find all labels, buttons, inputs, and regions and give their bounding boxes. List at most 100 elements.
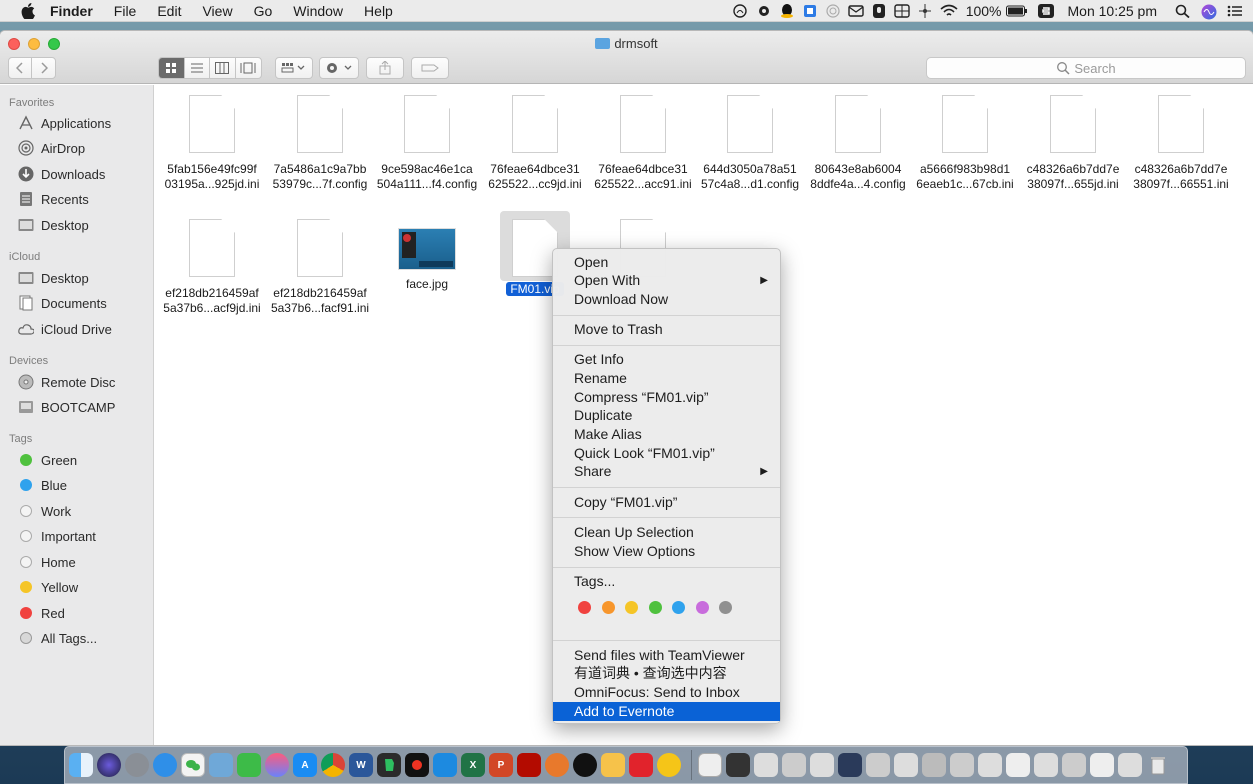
sidebar-item-documents[interactable]: Documents [0, 292, 154, 314]
minimized-window-dock-icon[interactable] [922, 753, 946, 777]
menu-item-open-with[interactable]: Open With ▶ [553, 271, 780, 290]
menu-item-copy[interactable]: Copy “FM01.vip” [553, 493, 780, 512]
file-item[interactable]: face.jpg [373, 219, 481, 292]
share-button[interactable] [366, 57, 404, 79]
minimized-window-dock-icon[interactable] [950, 753, 974, 777]
file-item[interactable]: ef218db216459af 5a37b6...acf9jd.ini [158, 219, 266, 316]
back-button[interactable] [9, 58, 32, 78]
file-item[interactable]: c48326a6b7dd7e 38097f...655jd.ini [1019, 95, 1127, 192]
action-gear-button[interactable] [319, 57, 359, 79]
wechat-dock-icon[interactable] [181, 753, 205, 777]
menu-app-name[interactable]: Finder [50, 3, 93, 19]
recorder-dock-icon[interactable] [405, 753, 429, 777]
music-dock-icon[interactable] [657, 753, 681, 777]
menu-item-tags[interactable]: Tags... [553, 572, 780, 591]
menu-window[interactable]: Window [293, 3, 343, 19]
wifi-icon[interactable] [940, 4, 958, 18]
minimized-window-dock-icon[interactable] [866, 753, 890, 777]
file-item[interactable]: 7a5486a1c9a7bb 53979c...7f.config [266, 95, 374, 192]
spotlight-icon[interactable] [1175, 4, 1191, 19]
sidebar-item-bootcamp[interactable]: BOOTCAMP [0, 396, 154, 418]
evernote-dock-icon[interactable] [377, 753, 401, 777]
sidebar-tag-important[interactable]: Important [0, 525, 154, 547]
menu-item-clean-up-selection[interactable]: Clean Up Selection [553, 523, 780, 542]
tag-color-red[interactable] [578, 601, 591, 614]
list-view-button[interactable] [185, 58, 210, 78]
minimized-window-dock-icon[interactable] [1006, 753, 1030, 777]
tag-color-orange[interactable] [601, 601, 615, 614]
safari-dock-icon[interactable] [153, 753, 177, 777]
mail-icon[interactable] [847, 4, 864, 18]
sidebar-item-recents[interactable]: Recents [0, 188, 154, 210]
menu-item-make-alias[interactable]: Make Alias [553, 425, 780, 444]
menu-item-rename[interactable]: Rename [553, 369, 780, 388]
menu-edit[interactable]: Edit [157, 3, 181, 19]
sidebar-item-airdrop[interactable]: AirDrop [0, 137, 154, 159]
file-item[interactable]: 76feae64dbce31 625522...acc91.ini [589, 95, 697, 192]
file-item[interactable]: a5666f983b98d1 6eaeb1c...67cb.ini [911, 95, 1019, 192]
menu-item-omnifocus[interactable]: OmniFocus: Send to Inbox [553, 683, 780, 702]
preview-dock-icon[interactable] [209, 753, 233, 777]
siri-icon[interactable] [1201, 4, 1217, 20]
apple-menu-icon[interactable] [18, 1, 38, 21]
minimized-window-dock-icon[interactable] [1062, 753, 1086, 777]
menu-file[interactable]: File [114, 3, 137, 19]
sidebar-item-remote-disc[interactable]: Remote Disc [0, 371, 154, 393]
itunes-dock-icon[interactable] [265, 753, 289, 777]
status-app-icon[interactable] [871, 4, 887, 18]
sidebar-tag-yellow[interactable]: Yellow [0, 576, 154, 598]
siri-dock-icon[interactable] [97, 753, 121, 777]
notification-center-icon[interactable] [1227, 4, 1243, 18]
facetime-dock-icon[interactable] [237, 753, 261, 777]
minimized-window-dock-icon[interactable] [1034, 753, 1058, 777]
menu-item-quick-look[interactable]: Quick Look “FM01.vip” [553, 444, 780, 463]
sidebar-item-downloads[interactable]: Downloads [0, 163, 154, 185]
sidebar-tag-home[interactable]: Home [0, 551, 154, 573]
file-item[interactable]: ef218db216459af 5a37b6...facf91.ini [266, 219, 374, 316]
menu-item-open[interactable]: Open [553, 253, 780, 272]
tag-color-yellow[interactable] [625, 601, 638, 614]
excel-dock-icon[interactable]: X [461, 753, 485, 777]
sidebar-item-desktop[interactable]: Desktop [0, 214, 154, 236]
status-app-icon[interactable] [893, 4, 910, 18]
menu-view[interactable]: View [202, 3, 232, 19]
battery-icon[interactable] [1005, 4, 1028, 18]
tag-color-green[interactable] [648, 601, 662, 614]
file-item[interactable]: 76feae64dbce31 625522...cc9jd.ini [481, 95, 589, 192]
trash-dock-icon[interactable] [1146, 753, 1170, 777]
tag-color-blue[interactable] [672, 601, 685, 614]
status-app-icon[interactable] [825, 4, 841, 18]
menu-item-teamviewer[interactable]: Send files with TeamViewer [553, 646, 780, 665]
minimized-window-dock-icon[interactable] [782, 753, 806, 777]
menu-item-duplicate[interactable]: Duplicate [553, 406, 780, 425]
minimized-window-dock-icon[interactable] [978, 753, 1002, 777]
gallery-view-button[interactable] [236, 58, 261, 78]
tag-color-purple[interactable] [695, 601, 709, 614]
powerpoint-dock-icon[interactable]: P [489, 753, 513, 777]
minimized-window-dock-icon[interactable] [894, 753, 918, 777]
sidebar-tag-blue[interactable]: Blue [0, 474, 154, 496]
sidebar-tag-work[interactable]: Work [0, 500, 154, 522]
chrome-dock-icon[interactable] [321, 753, 345, 777]
sidebar-item-icloud-desktop[interactable]: Desktop [0, 267, 154, 289]
file-item[interactable]: 9ce598ac46e1ca 504a111...f4.config [373, 95, 481, 192]
minimized-window-dock-icon[interactable] [838, 753, 862, 777]
word-dock-icon[interactable]: W [349, 753, 373, 777]
launchpad-dock-icon[interactable] [125, 753, 149, 777]
menu-item-move-to-trash[interactable]: Move to Trash [553, 320, 780, 339]
status-app-icon[interactable] [917, 4, 933, 18]
tag-color-gray[interactable] [719, 601, 732, 614]
minimized-window-dock-icon[interactable] [754, 753, 778, 777]
file-item[interactable]: 5fab156e49fc99f 03195a...925jd.ini [158, 95, 266, 192]
acrobat-dock-icon[interactable] [517, 753, 541, 777]
status-app-icon[interactable] [802, 4, 818, 18]
battery-percent[interactable]: 100% [966, 3, 1002, 19]
menu-go[interactable]: Go [254, 3, 273, 19]
menu-item-add-to-evernote[interactable]: Add to Evernote [553, 702, 780, 721]
column-view-button[interactable] [210, 58, 236, 78]
finder-dock-icon[interactable] [69, 753, 93, 777]
document-dock-icon[interactable] [698, 753, 722, 777]
tag-button[interactable] [411, 57, 449, 79]
status-app-icon[interactable] [732, 4, 749, 18]
group-by-button[interactable] [275, 57, 313, 79]
